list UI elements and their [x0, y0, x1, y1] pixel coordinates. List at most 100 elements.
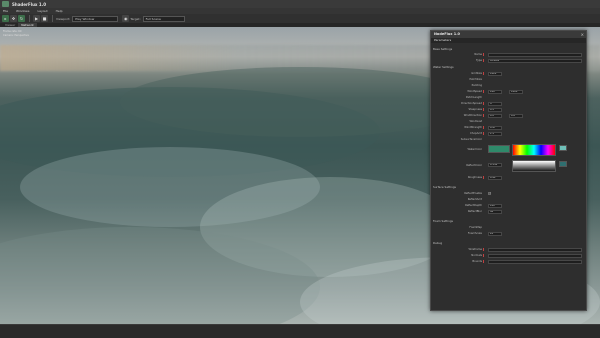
param-marker	[483, 176, 484, 179]
parameters-panel[interactable]: NodeFlux 1.0 × Parameters Base Settings …	[430, 30, 587, 311]
param-row: WindDirection 0.2 0.8	[433, 113, 584, 118]
param-label: WindDirection	[463, 114, 482, 117]
param-row: ReflectDepth 100	[433, 203, 584, 208]
normals-field[interactable]	[488, 253, 582, 258]
param-row: ReflectEnable ✓	[433, 191, 584, 196]
param-row: PatchLength	[433, 95, 584, 100]
param-label: WindSpeed	[467, 90, 482, 93]
wind-direction-y-field[interactable]: 0.8	[509, 113, 523, 118]
param-row: Padding	[433, 83, 584, 88]
param-marker	[483, 59, 484, 62]
reflect-color-value[interactable]: 0.158	[488, 163, 502, 167]
param-marker	[483, 72, 484, 75]
reflect-depth-field[interactable]: 100	[488, 203, 502, 208]
roughness-field[interactable]: 0.42	[488, 175, 502, 180]
chop-amt-field[interactable]: 1.1	[488, 131, 502, 136]
param-label: DirectionSpread	[461, 102, 482, 105]
param-marker	[483, 132, 484, 135]
param-row: Wireframe	[433, 247, 584, 252]
toolbar-divider	[29, 15, 30, 22]
param-row: ChopAmt 1.1	[433, 131, 584, 136]
reflect-color-picker[interactable]	[512, 160, 556, 172]
name-field[interactable]	[488, 52, 582, 57]
param-row: Steepness 0.5	[433, 107, 584, 112]
param-label: PatchSize	[469, 78, 482, 81]
param-label: Normals	[471, 254, 482, 257]
param-marker	[483, 108, 484, 111]
water-color-swatch[interactable]	[488, 145, 510, 153]
wind-strength-field[interactable]: 0.47	[488, 125, 502, 130]
param-label: WindGust	[469, 120, 482, 123]
steepness-field[interactable]: 0.5	[488, 107, 502, 112]
target-select[interactable]: Full Scene	[142, 15, 185, 22]
param-row: WindSpeed 100 1000	[433, 89, 584, 94]
menu-layout[interactable]: Layout	[37, 9, 47, 13]
section-surface-settings: Surface Settings	[433, 185, 457, 189]
param-row: SubsurfaceColor	[433, 137, 584, 142]
param-marker	[483, 254, 484, 257]
param-label: ReflectDepth	[465, 204, 482, 207]
param-label: SubsurfaceColor	[460, 138, 482, 141]
status-bar	[0, 324, 600, 338]
title-bar: ShaderFlux 1.0	[0, 0, 600, 8]
param-row: Bounds	[433, 259, 584, 264]
foam-scale-field[interactable]: 20	[488, 231, 502, 236]
param-label: GridSize	[471, 72, 482, 75]
param-marker	[483, 126, 484, 129]
reflect-color-row: ReflectColor 0.158	[433, 159, 584, 173]
menu-windows[interactable]: Windows	[16, 9, 29, 13]
bounds-field[interactable]	[488, 259, 582, 264]
reflect-color-preview	[559, 161, 567, 167]
param-row: Normals	[433, 253, 584, 258]
stop-icon[interactable]: ■	[41, 15, 48, 22]
section-foam-settings: Foam Settings	[433, 219, 454, 223]
tab-parameters[interactable]: Parameters	[431, 38, 586, 43]
param-row: PatchSize	[433, 77, 584, 82]
select-tool-icon[interactable]: ▸	[2, 15, 9, 22]
target-label: Target:	[130, 16, 141, 21]
param-row: Type OCEAN	[433, 58, 584, 63]
water-color-picker[interactable]	[512, 144, 556, 156]
windspeed-max-field[interactable]: 1000	[509, 89, 523, 94]
toolbar: ▸ ✥ ↻ ▶ ■ Viewport: Play Window ◉ Target…	[0, 14, 600, 23]
app-logo-icon	[2, 1, 9, 7]
param-label: ReflectColor	[466, 164, 482, 167]
wave-crest	[120, 67, 480, 137]
move-tool-icon[interactable]: ✥	[10, 15, 17, 22]
param-label: FoamMap	[469, 226, 482, 229]
viewport-select[interactable]: Play Window	[72, 15, 119, 22]
menu-help[interactable]: Help	[56, 9, 63, 13]
close-icon[interactable]: ×	[581, 32, 584, 37]
section-debug: Debug	[433, 241, 443, 245]
wind-direction-x-field[interactable]: 0.2	[488, 113, 502, 118]
param-label: Bounds	[472, 260, 482, 263]
param-label: Name	[474, 53, 482, 56]
reflect-enable-checkbox[interactable]: ✓	[488, 192, 491, 195]
play-icon[interactable]: ▶	[33, 15, 40, 22]
param-row: WindStrength 0.47	[433, 125, 584, 130]
direction-spread-field[interactable]: 4	[488, 101, 502, 106]
type-select[interactable]: OCEAN	[488, 58, 582, 63]
rotate-tool-icon[interactable]: ↻	[18, 15, 25, 22]
param-marker	[483, 53, 484, 56]
windspeed-field[interactable]: 100	[488, 89, 502, 94]
param-row: WindGust	[433, 119, 584, 124]
param-label: WindStrength	[464, 126, 482, 129]
param-row: FoamScale 20	[433, 231, 584, 236]
wireframe-field[interactable]	[488, 247, 582, 252]
param-label: ReflectEnable	[464, 192, 482, 195]
param-label: Type	[476, 59, 482, 62]
viewport-info: Frame rate: 60 Camera: Perspective	[3, 30, 29, 37]
param-marker	[483, 260, 484, 263]
camera-icon[interactable]: ◉	[122, 15, 130, 22]
panel-body: Base Settings Name Type OCEAN Water Sett…	[433, 46, 584, 309]
menu-file[interactable]: File	[3, 9, 8, 13]
param-label: Wireframe	[468, 248, 482, 251]
gridsize-field[interactable]: 1024	[488, 71, 502, 76]
param-row: GridSize 1024	[433, 71, 584, 76]
water-color-row: WaterColor	[433, 143, 584, 157]
param-row: ReflectAmt	[433, 197, 584, 202]
param-row: ReflectBlur 40	[433, 209, 584, 214]
reflect-blur-field[interactable]: 40	[488, 209, 502, 214]
toolbar-divider	[52, 15, 53, 22]
